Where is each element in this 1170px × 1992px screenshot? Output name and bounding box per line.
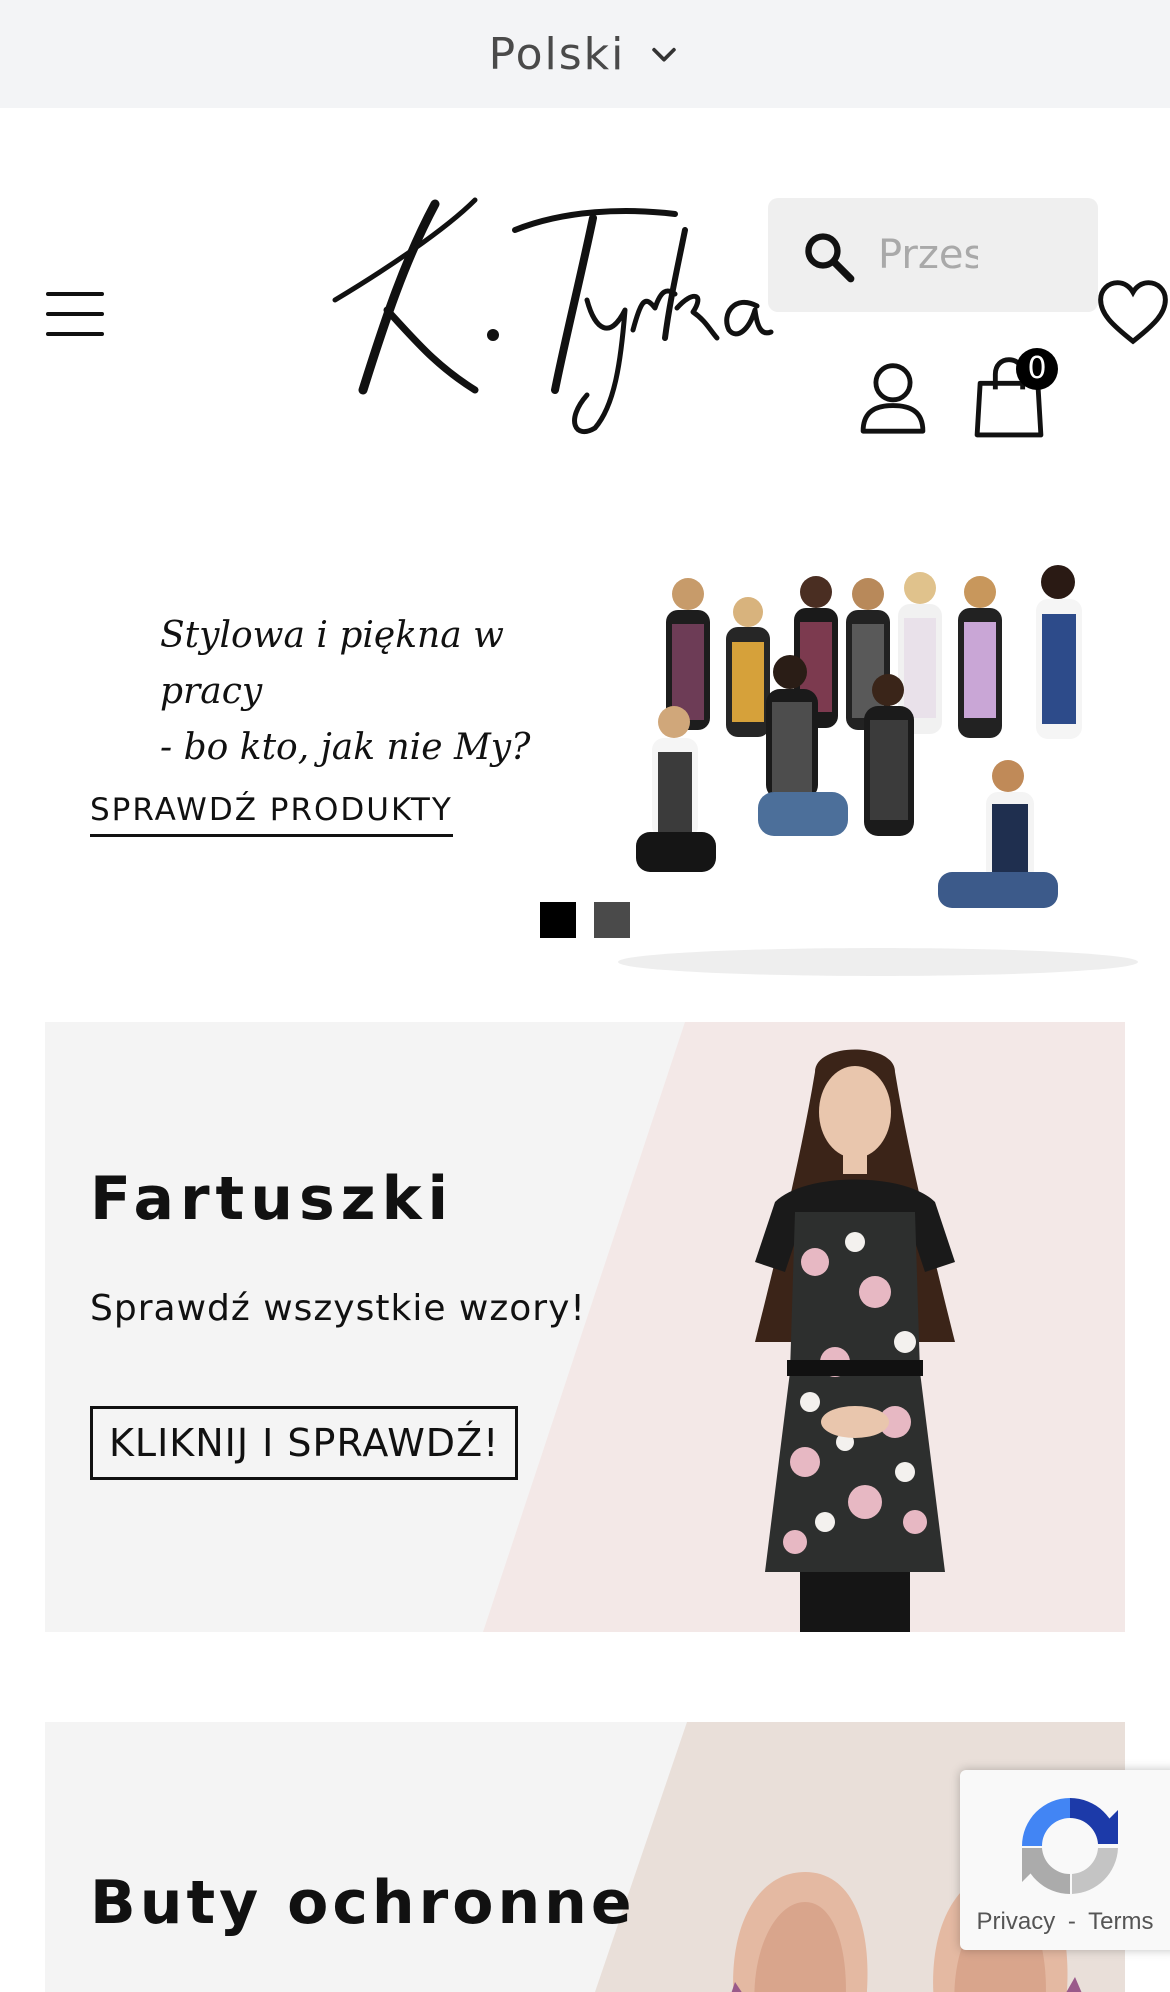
hero-group-photo <box>608 552 1148 976</box>
check-products-link[interactable]: SPRAWDŹ PRODUKTY <box>90 792 453 837</box>
hero-tagline: Stylowa i piękna w pracy - bo kto, jak n… <box>160 608 560 776</box>
recaptcha-terms-link[interactable]: Terms <box>1088 1908 1153 1935</box>
wishlist-heart-icon[interactable] <box>1096 278 1170 346</box>
category-subtitle: Sprawdź wszystkie wzory! <box>90 1288 586 1329</box>
cart-button[interactable]: 0 <box>972 348 1072 438</box>
hero-tagline-line2: - bo kto, jak nie My? <box>160 727 531 768</box>
recaptcha-privacy-link[interactable]: Privacy <box>977 1908 1056 1935</box>
site-logo[interactable] <box>325 190 775 440</box>
search-box[interactable] <box>768 198 1098 312</box>
search-input[interactable] <box>878 220 978 290</box>
account-user-icon[interactable] <box>858 360 928 434</box>
slider-dot-2[interactable] <box>594 902 630 938</box>
recaptcha-logo-icon <box>1022 1798 1118 1894</box>
language-label: Polski <box>488 28 626 80</box>
slider-dot-1[interactable] <box>540 902 576 938</box>
category-card-aprons[interactable]: Fartuszki Sprawdź wszystkie wzory! KLIKN… <box>45 1022 1125 1632</box>
hero-tagline-line1: Stylowa i piękna w pracy <box>160 615 504 712</box>
recaptcha-badge: Privacy - Terms <box>960 1770 1170 1950</box>
cart-count-badge: 0 <box>1016 348 1058 390</box>
apron-model-photo <box>755 1049 955 1632</box>
check-aprons-button[interactable]: KLIKNIJ I SPRAWDŹ! <box>90 1406 519 1480</box>
hero-slider: Stylowa i piękna w pracy - bo kto, jak n… <box>0 548 1170 980</box>
recaptcha-separator: - <box>1067 1908 1076 1935</box>
language-selector[interactable]: Polski <box>0 0 1170 108</box>
menu-icon[interactable] <box>46 292 104 336</box>
category-title: Fartuszki <box>90 1164 455 1234</box>
recaptcha-links: Privacy - Terms <box>960 1908 1170 1936</box>
category-title: Buty ochronne <box>90 1868 636 1938</box>
chevron-down-icon <box>652 47 677 62</box>
search-icon[interactable] <box>800 228 858 286</box>
